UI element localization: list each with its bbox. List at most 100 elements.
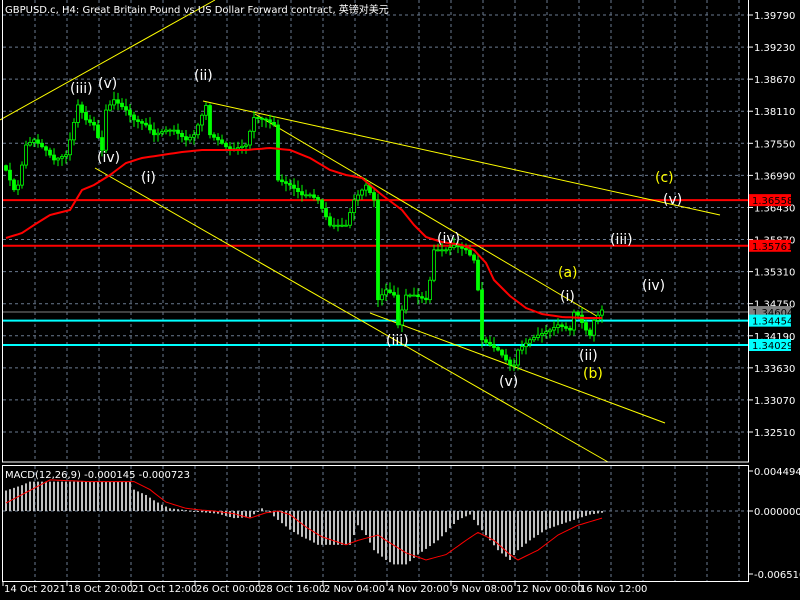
candle[interactable] <box>160 128 164 137</box>
candle[interactable] <box>108 100 112 112</box>
candle[interactable] <box>316 195 320 205</box>
candle[interactable] <box>156 128 160 142</box>
candle[interactable] <box>200 113 204 132</box>
candle[interactable] <box>488 335 492 347</box>
candle[interactable] <box>500 348 504 358</box>
candle[interactable] <box>328 212 332 228</box>
wave-label[interactable]: (iv) <box>437 231 460 247</box>
candle[interactable] <box>408 293 412 298</box>
candle[interactable] <box>536 327 540 341</box>
candle[interactable] <box>540 328 544 343</box>
candle[interactable] <box>312 188 316 201</box>
price-chart[interactable]: (iii) (v) (ii) (iv) (i) (iii) (iv) (v) (a) (i) (ii… <box>0 0 800 600</box>
candle[interactable] <box>420 292 424 304</box>
candle[interactable] <box>56 157 60 167</box>
wave-label[interactable]: (i) <box>560 289 575 305</box>
candle[interactable] <box>300 184 304 202</box>
candle[interactable] <box>568 325 572 336</box>
candle[interactable] <box>8 162 12 186</box>
candle[interactable] <box>276 119 280 182</box>
candle[interactable] <box>348 207 352 229</box>
candle[interactable] <box>332 217 336 230</box>
candle[interactable] <box>208 103 212 139</box>
wave-label[interactable]: (c) <box>655 170 674 186</box>
candle[interactable] <box>84 106 88 125</box>
candle[interactable] <box>480 281 484 348</box>
candle[interactable] <box>80 101 84 119</box>
candle[interactable] <box>188 134 192 143</box>
wave-label[interactable]: (i) <box>141 170 156 186</box>
candle[interactable] <box>76 99 80 128</box>
wave-label[interactable]: (b) <box>583 366 603 382</box>
candle[interactable] <box>124 98 128 116</box>
candle[interactable] <box>204 102 208 120</box>
candle[interactable] <box>392 285 396 298</box>
candle[interactable] <box>592 318 596 342</box>
candle[interactable] <box>44 145 48 157</box>
candle[interactable] <box>116 92 120 111</box>
candle[interactable] <box>292 178 296 196</box>
candle[interactable] <box>144 118 148 128</box>
candle[interactable] <box>560 322 564 332</box>
candle[interactable] <box>48 147 52 158</box>
candle[interactable] <box>344 219 348 227</box>
candle[interactable] <box>220 134 224 145</box>
candle[interactable] <box>60 154 64 166</box>
candle[interactable] <box>296 180 300 199</box>
candle[interactable] <box>140 119 144 131</box>
candle[interactable] <box>468 245 472 257</box>
wave-label[interactable]: (iii) <box>70 81 93 97</box>
wave-label[interactable]: (v) <box>98 76 117 92</box>
candle[interactable] <box>284 176 288 192</box>
candle[interactable] <box>360 188 364 200</box>
candle[interactable] <box>384 283 388 301</box>
candle[interactable] <box>52 148 56 165</box>
candle[interactable] <box>380 288 384 306</box>
candle[interactable] <box>92 116 96 131</box>
candle[interactable] <box>112 91 116 110</box>
candle[interactable] <box>68 132 72 161</box>
candle[interactable] <box>244 142 248 154</box>
candle[interactable] <box>308 192 312 198</box>
candle[interactable] <box>24 140 28 169</box>
candle[interactable] <box>252 110 256 139</box>
candle[interactable] <box>132 111 136 127</box>
candle[interactable] <box>168 128 172 137</box>
trendline[interactable] <box>0 0 216 121</box>
trendline[interactable] <box>254 113 601 319</box>
candle[interactable] <box>508 356 512 371</box>
candle[interactable] <box>572 309 576 336</box>
candle[interactable] <box>376 193 380 307</box>
candle[interactable] <box>336 219 340 232</box>
candle[interactable] <box>428 276 432 303</box>
candle[interactable] <box>40 138 44 149</box>
wave-label[interactable]: (ii) <box>194 68 213 84</box>
candle[interactable] <box>504 348 508 363</box>
candle[interactable] <box>444 247 448 254</box>
candle[interactable] <box>268 114 272 129</box>
candle[interactable] <box>516 348 520 371</box>
candle[interactable] <box>20 161 24 189</box>
wave-label[interactable]: (a) <box>558 265 578 281</box>
candle[interactable] <box>212 132 216 141</box>
candle[interactable] <box>272 116 276 127</box>
wave-label[interactable]: (iii) <box>610 232 633 248</box>
candle[interactable] <box>128 103 132 123</box>
wave-label[interactable]: (iii) <box>386 333 409 349</box>
candle[interactable] <box>424 290 428 304</box>
candle[interactable] <box>584 319 588 335</box>
candle[interactable] <box>264 117 268 128</box>
candle[interactable] <box>176 123 180 140</box>
candle[interactable] <box>164 126 168 135</box>
candle[interactable] <box>396 287 400 329</box>
candle[interactable] <box>400 305 404 333</box>
candle[interactable] <box>472 253 476 264</box>
price-axis[interactable]: 1.39790 1.39230 1.38670 1.38110 1.37550 1.369… <box>748 11 795 439</box>
candle[interactable] <box>372 187 376 208</box>
wave-label[interactable]: (v) <box>663 192 682 208</box>
candle[interactable] <box>280 174 284 186</box>
macd-axis[interactable]: 0.004494 0.000000 -0.006510 <box>748 467 800 581</box>
candle[interactable] <box>248 129 252 150</box>
time-axis[interactable]: 14 Oct 2021 18 Oct 20:0021 Oct 12:0026 Oc… <box>2 581 647 595</box>
candle[interactable] <box>148 117 152 134</box>
